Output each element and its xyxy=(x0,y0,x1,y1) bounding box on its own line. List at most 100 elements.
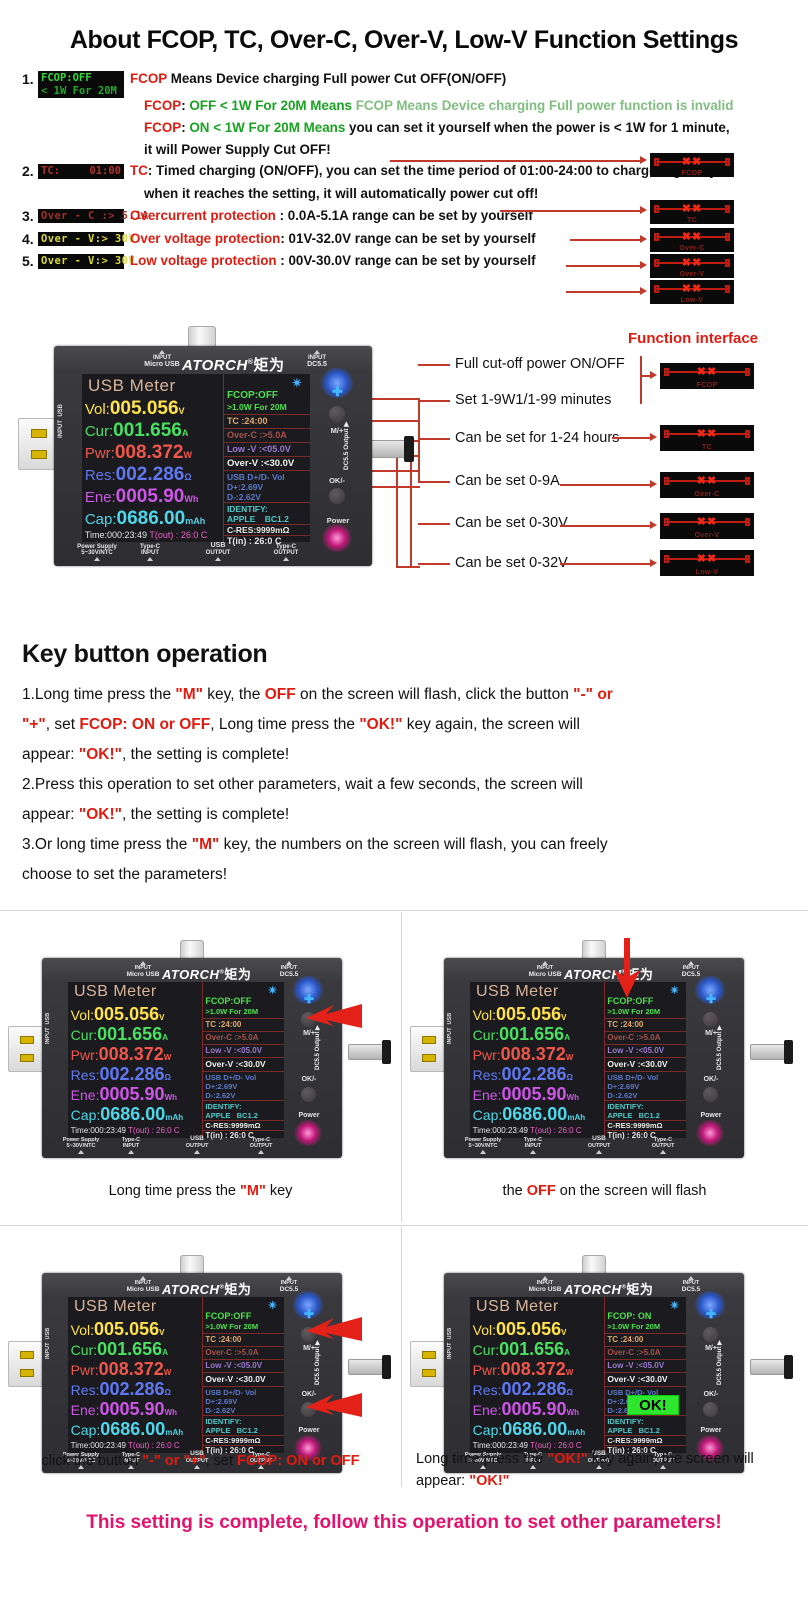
arrow-head-overv xyxy=(640,261,647,269)
arrow-head-fcop xyxy=(640,156,647,164)
grid-divider-middle xyxy=(0,1225,808,1226)
panel-2-cres: C-RES:9999mΩ xyxy=(607,1121,663,1130)
key-button-paragraphs: 1.Long time press the "M" key, the OFF o… xyxy=(22,680,782,890)
panel-2-bottom-usb-output: USB OUTPUT xyxy=(576,1135,622,1155)
panel-1-usbdd: USB D+/D- Vol xyxy=(205,1073,257,1082)
panel-4-screen: USB Meter Vol:005.056V Cur:001.656A Pwr:… xyxy=(470,1297,686,1455)
panel-4-tc: TC :24:00 xyxy=(607,1335,644,1344)
right-fcop: FCOP:OFF xyxy=(226,390,279,401)
button-m-plus[interactable] xyxy=(329,406,345,422)
panel-4-bluetooth-icon: ✚ xyxy=(706,1307,717,1321)
panel-4-screen-right: FCOP: ON >1.0W For 20M TC :24:00 Over-C … xyxy=(603,1297,686,1455)
arrow-head-tc xyxy=(640,206,647,214)
panel-2-button-ok-minus-label: OK/- xyxy=(703,1076,719,1083)
panel-1-metric-pwr: Pwr:008.372W xyxy=(70,1044,172,1064)
panel-1-bottom-type-c-input: Type-C INPUT xyxy=(108,1137,154,1155)
chip-tc-list-caption: TC xyxy=(687,217,697,224)
right-apple: APPLE BC1.2 xyxy=(226,514,289,524)
arrow-line-tc xyxy=(500,210,642,212)
kbo-line-7: choose to set the parameters! xyxy=(22,866,228,883)
arrow-line-overv xyxy=(566,265,642,267)
screen-title: USB Meter xyxy=(88,376,176,395)
panel-4-identify: IDENTIFY: xyxy=(607,1417,644,1426)
power-led-glow xyxy=(322,524,352,552)
arrow-head-overc xyxy=(640,235,647,243)
arrow-line-lowv xyxy=(566,291,642,293)
metric-time: Time:000:23:49 T(out) : 26:0 C xyxy=(84,530,208,540)
chip-lowv-list: ✖✖ Low-V xyxy=(650,280,734,309)
list-item-4-text: Over voltage protection: 01V-32.0V range… xyxy=(124,231,536,246)
panel-2-metric-ene: Ene:0005.90Wh xyxy=(472,1084,579,1104)
kbo-line-3: appear: "OK!", the setting is complete! xyxy=(22,746,290,763)
screen-left-column: USB Meter Vol:005.056V Cur:001.656A Pwr:… xyxy=(82,374,223,542)
panel-4-power-label: Power xyxy=(700,1427,722,1434)
kbo-line-4: 2.Press this operation to set other para… xyxy=(22,776,583,793)
panel-3-screen-title: USB Meter xyxy=(74,1298,157,1315)
panel-3-screen: USB Meter Vol:005.056V Cur:001.656A Pwr:… xyxy=(68,1297,284,1455)
list-item-3-number: 3. xyxy=(22,207,34,224)
panel-3-metric-cur: Cur:001.656A xyxy=(70,1339,168,1359)
panel-1-input-usb-side: INPUT USB xyxy=(45,1012,51,1044)
list-item-3-text: Overcurrent protection : 0.0A-5.1A range… xyxy=(124,208,533,223)
panel-2-usbdd: USB D+/D- Vol xyxy=(607,1073,659,1082)
panel-2-power-label: Power xyxy=(700,1112,722,1119)
panel-2-button-ok-minus[interactable] xyxy=(703,1087,718,1102)
chip-overv-list: ✖✖ Over-V xyxy=(650,254,734,283)
panel-3-dc-tip xyxy=(382,1355,391,1379)
panel-1-bottom-type-c-output: Type-C OUTPUT xyxy=(238,1137,284,1155)
panel-2-bottom-type-c-input: Type-C INPUT xyxy=(510,1137,556,1155)
panel-1-brand: ATORCH®矩为 xyxy=(162,967,252,982)
brand-logo: ATORCH®矩为 xyxy=(182,357,285,374)
panel-3-overv: Over-V :<30.0V xyxy=(205,1374,266,1384)
panel-3-metric-ene: Ene:0005.90Wh xyxy=(70,1399,177,1419)
bottom-label-type-c-output: Type-C OUTPUT xyxy=(262,544,310,562)
badge-over-c: Over - C :> 5.1A xyxy=(38,208,148,224)
panel-2-bluetooth-icon: ✚ xyxy=(706,992,717,1006)
panel-4-ok-badge: OK! xyxy=(626,1395,679,1415)
panel-1-metric-cap: Cap:0686.00mAh xyxy=(70,1104,184,1124)
panel-4-apple: APPLE BC1.2 xyxy=(607,1426,660,1435)
panel-1-metric-time: Time:000:23:49 T(out) : 26:0 C xyxy=(70,1126,180,1135)
panel-3-arrow-ok-minus xyxy=(306,1393,362,1417)
fcop-keyword-3: FCOP xyxy=(144,120,182,136)
panel-3-screen-right: FCOP:OFF >1.0W For 20M TC :24:00 Over-C … xyxy=(201,1297,284,1455)
fcop-green-2: OFF < 1W For 20M Means xyxy=(189,98,352,114)
panel-1-overv: Over-V :<30.0V xyxy=(205,1059,266,1069)
right-dminus: D-:2.62V xyxy=(226,492,261,502)
right-usb-dd: USB D+/D- Vol xyxy=(226,472,285,482)
panel-4-fcop: FCOP: ON xyxy=(607,1311,652,1321)
panel-4-button-ok-minus[interactable] xyxy=(703,1402,718,1417)
panel-1-bottom-power-supply: Power Supply 5~30V/NTC xyxy=(50,1137,112,1155)
tc-text-2: when it reaches the setting, it will aut… xyxy=(144,185,539,201)
panel-2-caption: the OFF on the screen will flash xyxy=(502,1183,707,1199)
panel-2-device: INPUT Micro USB ATORCH®矩为 INPUT DC5.5 INPU… xyxy=(410,938,800,1170)
arrow-head-lowv xyxy=(640,287,647,295)
panel-2-screen: USB Meter Vol:005.056V Cur:001.656A Pwr:… xyxy=(470,982,686,1140)
right-lowv: Low -V :<05.0V xyxy=(226,444,291,454)
panel-2-dc55-label: DC5.5 Output ▶ xyxy=(717,1025,723,1070)
key-button-heading: Key button operation xyxy=(22,640,268,668)
chip-lowv-list-caption: Low-V xyxy=(680,297,704,304)
panel-3-fcop-sub: >1.0W For 20M xyxy=(205,1322,259,1331)
chip-fcop-fn: ✖✖ FCOP xyxy=(660,363,754,394)
chip-lowv-fn: ✖✖ Low-V xyxy=(660,550,754,581)
panel-1-overc: Over-C :>5.0A xyxy=(205,1033,259,1042)
panel-2-identify: IDENTIFY: xyxy=(607,1102,644,1111)
chip-lowv-fn-caption: Low-V xyxy=(695,569,719,576)
list-item-5-lcd-badge: Over - V:> 30V xyxy=(38,253,135,269)
panel-3-power-label: Power xyxy=(298,1427,320,1434)
fcop-rest-3: you can set it yourself when the power i… xyxy=(345,120,730,136)
panel-1-device-body: INPUT Micro USB ATORCH®矩为 INPUT DC5.5 INPU… xyxy=(42,958,342,1158)
panel-2-dminus: D-:2.62V xyxy=(607,1091,638,1100)
list-item-1-number: 1. xyxy=(22,71,34,87)
panel-3-tc: TC :24:00 xyxy=(205,1335,242,1344)
device-screen: USB Meter Vol:005.056V Cur:001.656A Pwr:… xyxy=(82,374,310,546)
chip-tc-fn: ✖✖ TC xyxy=(660,425,754,456)
panel-2-input-usb-side: INPUT USB xyxy=(447,1012,453,1044)
button-ok-minus[interactable] xyxy=(329,488,345,504)
panel-1-button-ok-minus[interactable] xyxy=(301,1087,316,1102)
panel-1-fcop: FCOP:OFF xyxy=(205,996,252,1006)
panel-3-usbdd: USB D+/D- Vol xyxy=(205,1388,257,1397)
panel-2-dc-tip xyxy=(784,1040,793,1064)
bluetooth-icon: ✚ xyxy=(332,384,343,399)
